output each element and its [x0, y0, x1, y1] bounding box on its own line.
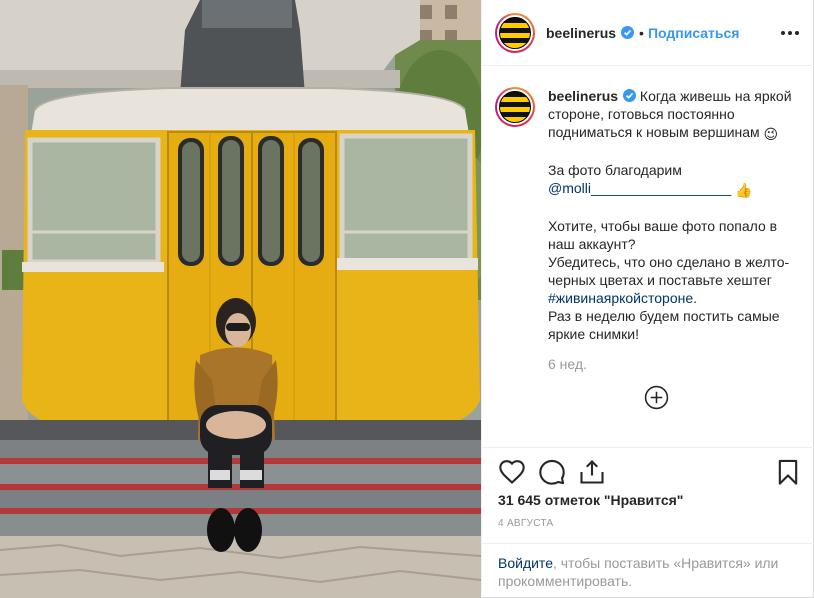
caption-instruction: Убедитесь, что оно сделано в желто-черны…: [548, 254, 790, 288]
verified-badge-icon: [621, 26, 635, 39]
comment-icon[interactable]: [538, 458, 566, 486]
caption-avatar[interactable]: [495, 87, 535, 127]
header-username[interactable]: beelinerus: [546, 25, 616, 41]
bookmark-icon[interactable]: [774, 458, 802, 486]
more-options-icon[interactable]: [779, 22, 801, 44]
avatar[interactable]: [495, 12, 535, 53]
winking-face-emoji: 😉: [763, 126, 779, 142]
beeline-logo: [499, 91, 531, 123]
caption-time[interactable]: 6 нед.: [548, 355, 799, 373]
post-sidebar: beelinerus • Подписаться beelinerus Когд…: [481, 0, 814, 598]
caption-text: beelinerus Когда живешь на яркой стороне…: [548, 87, 799, 373]
heart-icon[interactable]: [498, 458, 526, 486]
hashtag-link[interactable]: #живинаяркойстороне: [548, 290, 693, 306]
caption-thanks: За фото благодарим: [548, 162, 682, 178]
beeline-logo: [499, 16, 531, 49]
likes-count[interactable]: 31 645 отметок "Нравится": [498, 492, 683, 508]
post-date[interactable]: 4 августа: [498, 518, 553, 529]
instagram-post: beelinerus • Подписаться beelinerus Когд…: [0, 0, 814, 598]
caption-period: .: [693, 290, 698, 306]
post-header: beelinerus • Подписаться: [482, 0, 814, 66]
load-more-comments-icon[interactable]: [644, 385, 669, 410]
verified-badge-icon: [623, 89, 637, 102]
post-actions: 31 645 отметок "Нравится" 4 августа Войд…: [482, 447, 814, 598]
header-separator: •: [639, 24, 644, 41]
share-icon[interactable]: [578, 458, 606, 486]
login-prompt: Войдите, чтобы поставить «Нравится» или …: [482, 543, 814, 590]
post-photo[interactable]: [0, 0, 481, 598]
cable-car-photo: [0, 0, 481, 598]
thumbs-up-emoji: 👍: [735, 182, 753, 198]
caption-question: Хотите, чтобы ваше фото попало в наш акк…: [548, 218, 778, 252]
caption-username[interactable]: beelinerus: [548, 88, 618, 104]
caption-weekly: Раз в неделю будем постить самые яркие с…: [548, 308, 780, 342]
follow-button[interactable]: Подписаться: [648, 25, 740, 41]
mention-link[interactable]: @molli__________________: [548, 180, 731, 196]
login-link[interactable]: Войдите: [498, 555, 553, 571]
